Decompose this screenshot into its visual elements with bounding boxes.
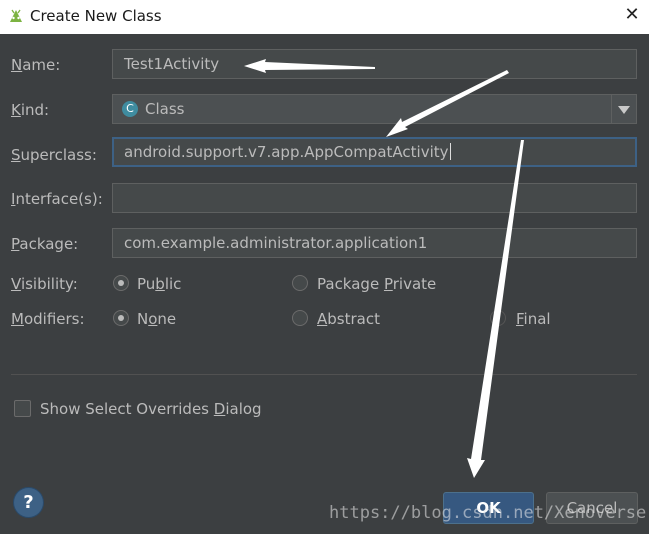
help-icon[interactable]: ? <box>14 488 43 517</box>
visibility-label: Visibility: <box>11 275 78 293</box>
name-input[interactable]: Test1Activity <box>112 49 637 79</box>
modifier-final-label[interactable]: Final <box>516 310 551 328</box>
modifiers-label: Modifiers: <box>11 310 85 328</box>
annotation-arrows <box>244 59 524 478</box>
show-overrides-checkbox[interactable] <box>14 400 31 417</box>
class-icon: C <box>122 101 138 117</box>
visibility-package-private-radio[interactable] <box>292 275 308 291</box>
modifier-none-label[interactable]: None <box>137 310 176 328</box>
window-title: Create New Class <box>30 7 162 25</box>
watermark-text: https://blog.csdn.net/Xenoverse <box>329 503 647 523</box>
show-overrides-label[interactable]: Show Select Overrides Dialog <box>40 400 262 418</box>
chevron-down-icon <box>618 106 630 114</box>
modifier-abstract-radio[interactable] <box>292 310 308 326</box>
kind-select[interactable]: C Class <box>112 94 637 124</box>
kind-label: Kind: <box>11 101 50 119</box>
package-input[interactable]: com.example.administrator.application1 <box>112 228 637 258</box>
kind-selected-value: Class <box>145 100 185 118</box>
interfaces-input[interactable] <box>112 183 637 213</box>
interfaces-label: Interface(s): <box>11 190 103 208</box>
name-label: Name: <box>11 56 61 74</box>
text-caret <box>449 143 451 160</box>
close-icon[interactable]: ✕ <box>621 4 643 26</box>
android-icon <box>10 9 22 22</box>
visibility-package-private-label[interactable]: Package Private <box>317 275 436 293</box>
modifier-none-radio[interactable] <box>113 310 129 326</box>
package-label: Package: <box>11 235 79 253</box>
dropdown-arrow-button[interactable] <box>611 95 636 123</box>
divider <box>11 374 637 375</box>
visibility-public-radio[interactable] <box>113 275 129 291</box>
visibility-public-label[interactable]: Public <box>137 275 181 293</box>
superclass-label: Superclass: <box>11 146 97 164</box>
superclass-input[interactable]: android.support.v7.app.AppCompatActivity <box>112 137 637 167</box>
modifier-final-radio[interactable] <box>490 310 506 326</box>
modifier-abstract-label[interactable]: Abstract <box>317 310 380 328</box>
title-bar: Create New Class ✕ <box>0 0 649 34</box>
